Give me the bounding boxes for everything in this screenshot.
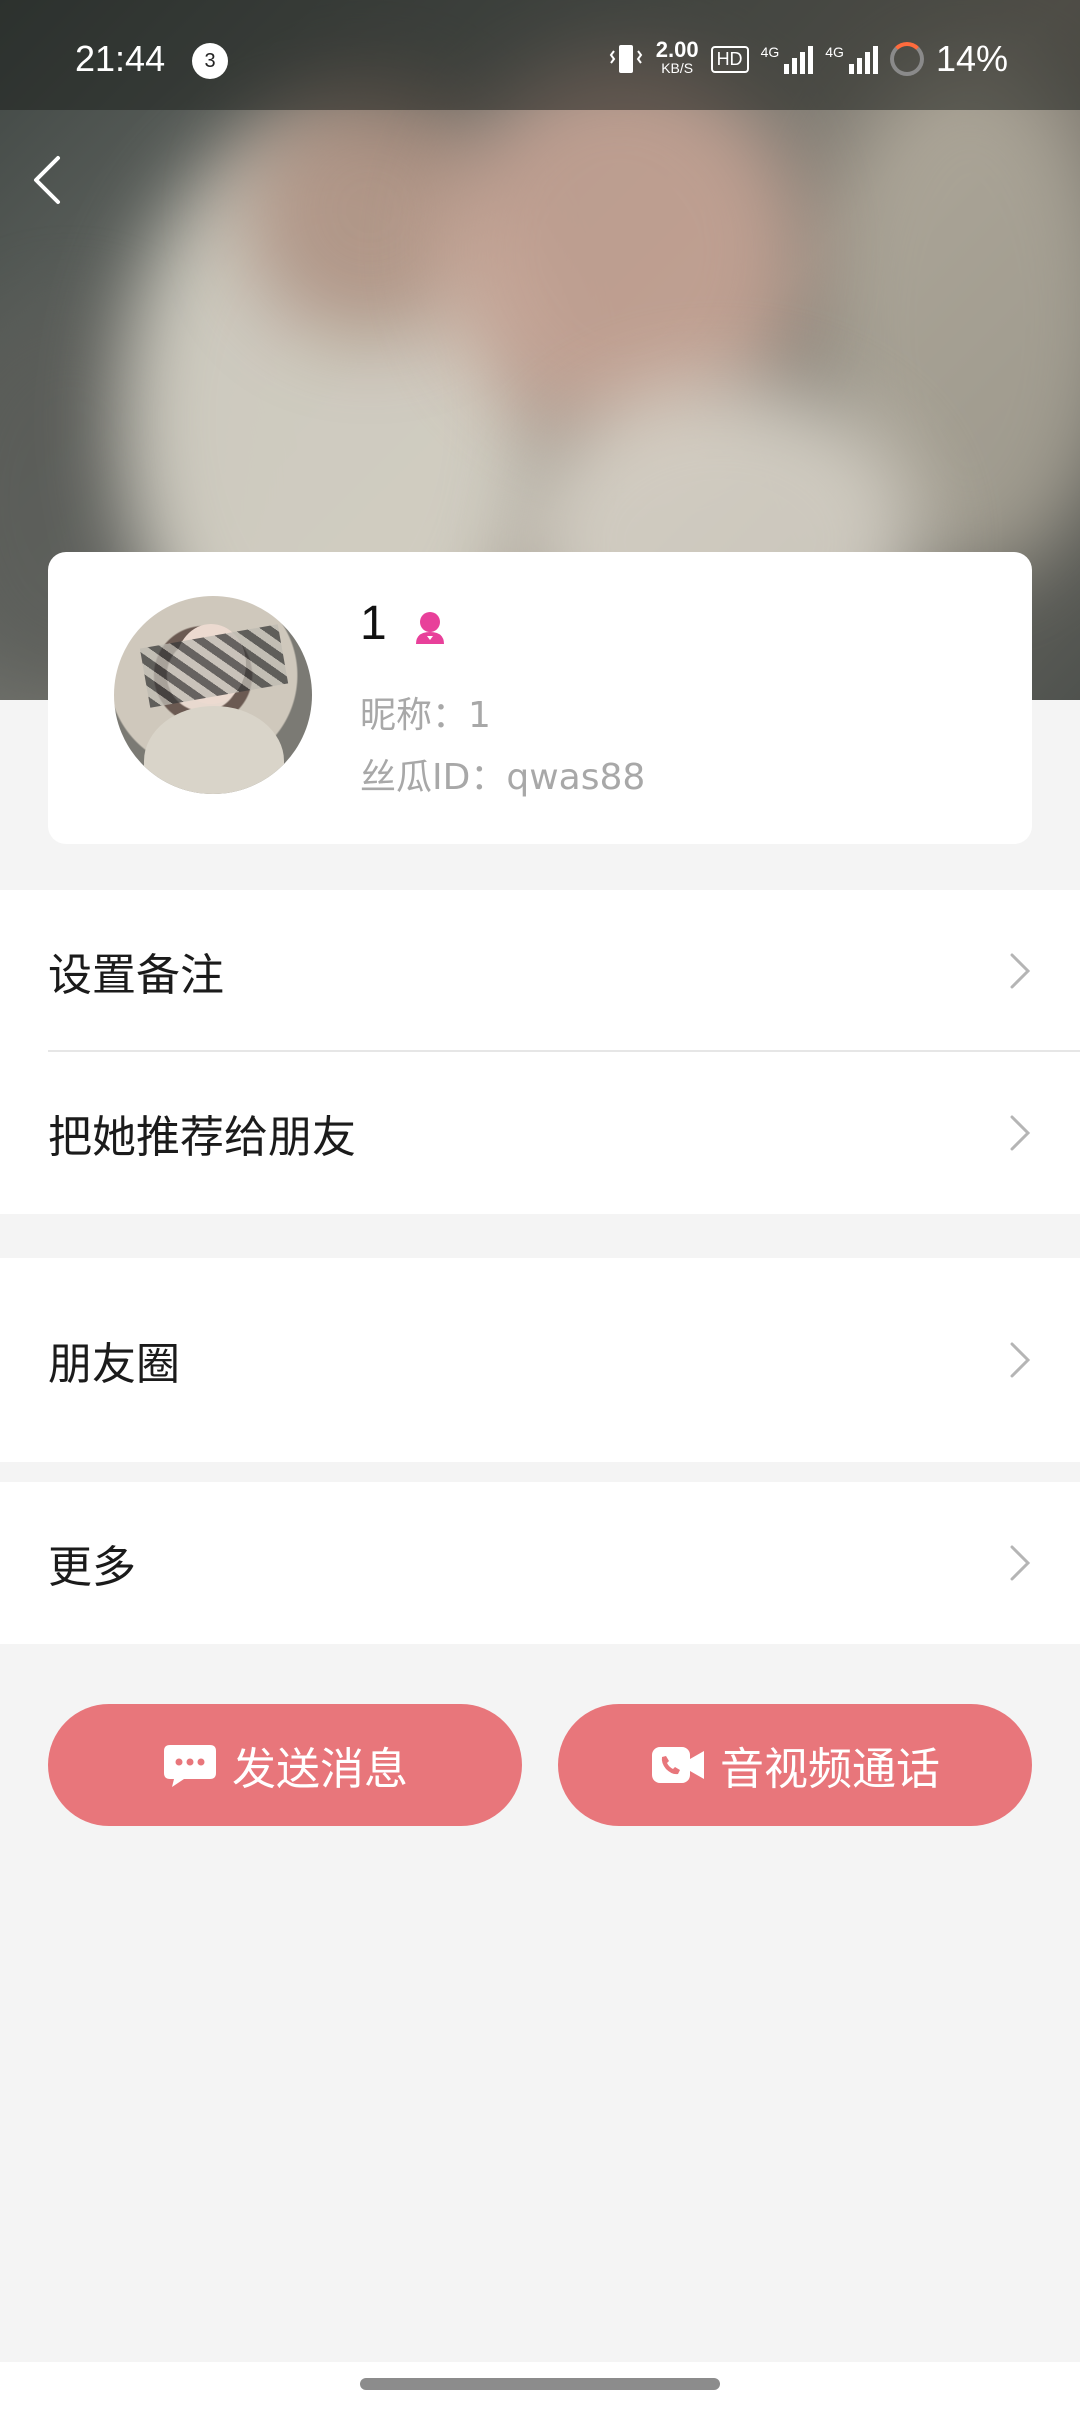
menu-item-more[interactable]: 更多: [0, 1482, 1080, 1644]
profile-name: 1: [360, 597, 387, 650]
notification-badge: 3: [192, 43, 228, 79]
status-bar: 21:44 3 2.00 KB/S HD 4G 4G 14%: [0, 0, 1080, 110]
profile-card: 1 昵称：1 丝瓜ID：qwas88: [48, 552, 1032, 844]
battery-percentage: 14%: [935, 38, 1008, 79]
chat-bubble-icon: [164, 1745, 216, 1787]
back-button[interactable]: [18, 150, 78, 210]
status-icons: 2.00 KB/S HD 4G 4G 14%: [608, 38, 1008, 80]
female-icon: [416, 612, 444, 644]
hd-voice-icon: HD: [710, 45, 749, 73]
menu-item-set-remark[interactable]: 设置备注: [0, 890, 1080, 1052]
network-speed-value: 2.00: [655, 37, 699, 62]
menu-item-recommend[interactable]: 把她推荐给朋友: [0, 1052, 1080, 1214]
chevron-right-icon: [1010, 1342, 1031, 1378]
signal-type-label-2: 4G: [825, 44, 844, 60]
send-message-button[interactable]: 发送消息: [48, 1704, 522, 1826]
signal-strength-icon-2: 4G: [825, 44, 878, 74]
menu-group-more: 更多: [0, 1482, 1080, 1644]
avatar[interactable]: [114, 596, 312, 794]
chevron-right-icon: [1010, 953, 1031, 989]
av-call-label: 音视频通话: [720, 1744, 940, 1795]
menu-item-label: 把她推荐给朋友: [48, 1112, 356, 1163]
menu-item-label: 更多: [48, 1542, 136, 1593]
vibrate-icon: [609, 45, 642, 73]
menu-group-moments: 朋友圈: [0, 1258, 1080, 1462]
profile-nickname: 昵称：1: [360, 695, 491, 736]
signal-type-label: 4G: [760, 44, 780, 60]
chevron-right-icon: [1010, 1115, 1031, 1151]
chevron-right-icon: [1010, 1545, 1031, 1581]
network-speed: 2.00 KB/S: [655, 37, 699, 77]
menu-item-label: 朋友圈: [48, 1339, 180, 1390]
status-time: 21:44: [75, 38, 166, 79]
network-speed-unit: KB/S: [661, 60, 694, 76]
av-call-button[interactable]: 音视频通话: [558, 1704, 1032, 1826]
home-indicator[interactable]: [360, 2378, 720, 2390]
signal-strength-icon: 4G: [761, 44, 814, 74]
send-message-label: 发送消息: [232, 1744, 408, 1795]
back-arrow-icon: [34, 156, 60, 204]
menu-group-contact: 设置备注 把她推荐给朋友: [0, 890, 1080, 1214]
menu-item-label: 设置备注: [48, 950, 224, 1001]
menu-item-moments[interactable]: 朋友圈: [0, 1258, 1080, 1462]
profile-user-id: 丝瓜ID：qwas88: [360, 757, 646, 798]
video-call-icon: [652, 1747, 704, 1783]
battery-ring-icon: [889, 42, 924, 76]
